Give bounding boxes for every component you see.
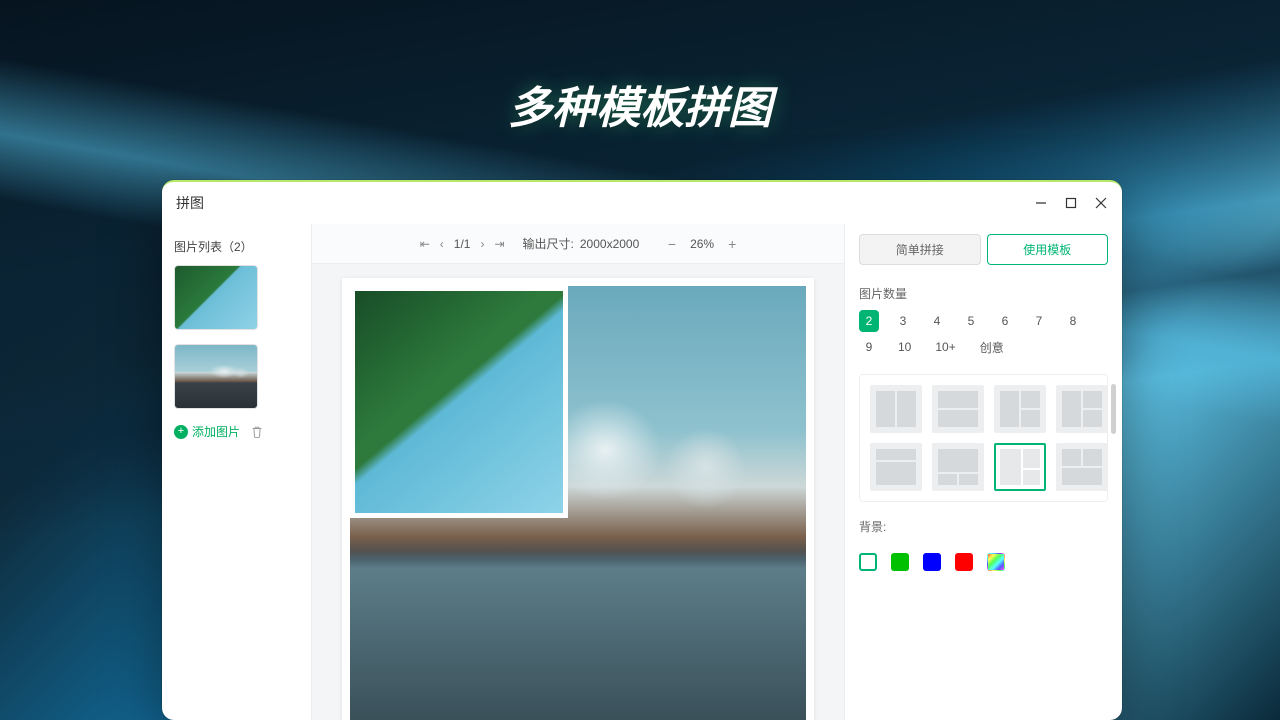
count-option[interactable]: 3 <box>893 310 913 332</box>
count-option[interactable]: 6 <box>995 310 1015 332</box>
template-option[interactable] <box>932 443 984 491</box>
template-option[interactable] <box>994 443 1046 491</box>
minimize-icon[interactable] <box>1034 196 1048 210</box>
template-option[interactable] <box>994 385 1046 433</box>
app-body: 图片列表（2） + 添加图片 ⇤ ‹ 1/1 › <box>162 224 1122 720</box>
image-thumb[interactable] <box>174 265 258 330</box>
add-image-button[interactable]: + 添加图片 <box>174 423 240 440</box>
canvas-toolbar: ⇤ ‹ 1/1 › ⇥ 输出尺寸: − 26% + <box>312 224 844 264</box>
template-option[interactable] <box>1056 443 1108 491</box>
canvas-area: ⇤ ‹ 1/1 › ⇥ 输出尺寸: − 26% + <box>312 224 844 720</box>
count-option[interactable]: 5 <box>961 310 981 332</box>
collage-slot-inset[interactable] <box>350 286 568 518</box>
swatch-green[interactable] <box>891 553 909 571</box>
swatch-white[interactable] <box>859 553 877 571</box>
window-controls <box>1034 196 1108 210</box>
output-size-label: 输出尺寸: <box>523 235 574 252</box>
count-option[interactable]: 9 <box>859 336 879 358</box>
background-label: 背景: <box>859 518 1108 535</box>
page-display: 1/1 <box>454 237 471 251</box>
count-option[interactable]: 2 <box>859 310 879 332</box>
canvas-viewport[interactable] <box>312 264 844 720</box>
collage-canvas[interactable] <box>342 278 814 720</box>
last-page-icon[interactable]: ⇥ <box>494 237 504 251</box>
zoom-controls: − 26% + <box>668 236 736 252</box>
image-count-row: 2 3 4 5 6 7 8 9 10 10+ 创意 <box>859 310 1108 358</box>
swatch-rainbow[interactable] <box>987 553 1005 571</box>
window-title: 拼图 <box>176 193 204 213</box>
next-page-icon[interactable]: › <box>480 237 484 251</box>
output-size-input[interactable] <box>580 237 650 251</box>
count-option[interactable]: 10+ <box>930 336 960 358</box>
template-option[interactable] <box>1056 385 1108 433</box>
tab-simple-stitch[interactable]: 简单拼接 <box>859 234 981 265</box>
app-window: 拼图 图片列表（2） + 添加图片 <box>162 180 1122 720</box>
count-option[interactable]: 4 <box>927 310 947 332</box>
first-page-icon[interactable]: ⇤ <box>420 237 430 251</box>
background-swatches <box>859 553 1108 571</box>
close-icon[interactable] <box>1094 196 1108 210</box>
pager: ⇤ ‹ 1/1 › ⇥ <box>420 237 505 251</box>
image-thumb[interactable] <box>174 344 258 409</box>
template-option[interactable] <box>932 385 984 433</box>
panel-tabs: 简单拼接 使用模板 <box>859 234 1108 265</box>
trash-icon[interactable] <box>250 425 264 439</box>
plus-icon: + <box>174 425 188 439</box>
prev-page-icon[interactable]: ‹ <box>440 237 444 251</box>
titlebar: 拼图 <box>162 182 1122 224</box>
tab-use-template[interactable]: 使用模板 <box>987 234 1109 265</box>
count-option[interactable]: 创意 <box>975 336 1009 358</box>
maximize-icon[interactable] <box>1064 196 1078 210</box>
sidebar: 图片列表（2） + 添加图片 <box>162 224 312 720</box>
image-thumb-list <box>174 265 299 409</box>
hero-title: 多种模板拼图 <box>0 72 1280 136</box>
zoom-out-icon[interactable]: − <box>668 236 676 252</box>
count-option[interactable]: 7 <box>1029 310 1049 332</box>
count-option[interactable]: 10 <box>893 336 916 358</box>
image-list-title: 图片列表（2） <box>174 238 299 255</box>
count-option[interactable]: 8 <box>1063 310 1083 332</box>
zoom-percent: 26% <box>690 237 714 251</box>
template-option[interactable] <box>870 385 922 433</box>
template-scrollbar[interactable] <box>1111 384 1116 434</box>
swatch-blue[interactable] <box>923 553 941 571</box>
image-count-label: 图片数量 <box>859 285 1108 302</box>
template-list <box>859 374 1108 502</box>
add-image-label: 添加图片 <box>192 423 240 440</box>
swatch-red[interactable] <box>955 553 973 571</box>
sidebar-actions: + 添加图片 <box>174 423 299 440</box>
output-size: 输出尺寸: <box>523 235 650 252</box>
right-panel: 简单拼接 使用模板 图片数量 2 3 4 5 6 7 8 9 10 10+ 创意 <box>844 224 1122 720</box>
zoom-in-icon[interactable]: + <box>728 236 736 252</box>
template-option[interactable] <box>870 443 922 491</box>
